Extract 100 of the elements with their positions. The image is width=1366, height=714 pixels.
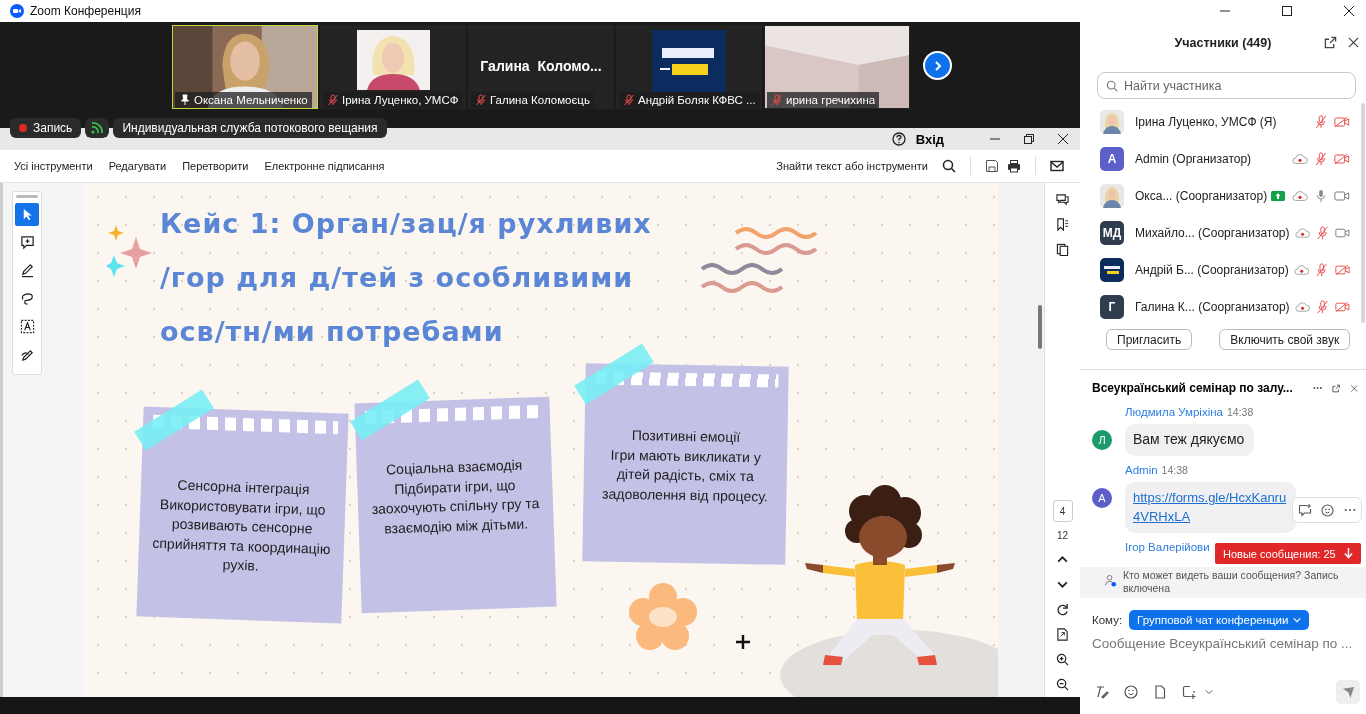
notice-text: Кто может видеть ваши сообщения? Запись включена bbox=[1123, 569, 1340, 595]
send-button[interactable] bbox=[1336, 680, 1360, 704]
pages-icon[interactable] bbox=[1056, 243, 1069, 256]
search-input[interactable]: Найти участника bbox=[1122, 77, 1347, 94]
avatar: МД bbox=[1100, 220, 1124, 245]
search-field[interactable]: Найти участника bbox=[1097, 72, 1356, 99]
avatar: Г bbox=[1100, 294, 1124, 319]
recipient-dropdown[interactable]: Групповой чат конференции bbox=[1129, 610, 1310, 630]
text-icon bbox=[19, 319, 35, 334]
scrollbar-thumb[interactable] bbox=[1038, 305, 1042, 349]
arrow-down-icon bbox=[1343, 548, 1353, 559]
flower-drawing bbox=[628, 582, 698, 652]
menu-item[interactable]: Електронне підписання bbox=[258, 160, 391, 172]
save-icon[interactable] bbox=[985, 159, 999, 173]
menu-item[interactable]: Редагувати bbox=[102, 160, 173, 172]
search-icon[interactable] bbox=[942, 159, 956, 173]
participant-name: Окса... (Соорганизатор) bbox=[1135, 188, 1268, 203]
caret-icon[interactable] bbox=[1205, 689, 1213, 695]
mail-icon[interactable] bbox=[1050, 159, 1064, 173]
format-icon[interactable] bbox=[1095, 685, 1109, 699]
bookmark-icon[interactable] bbox=[1056, 218, 1069, 231]
camera-off-icon[interactable] bbox=[1334, 262, 1350, 277]
video-tile[interactable]: Андрій Боляк КФВС ... bbox=[616, 25, 762, 109]
muted-mic-icon bbox=[327, 94, 339, 106]
pin-icon bbox=[179, 94, 191, 106]
scrollbar-thumb[interactable] bbox=[1361, 103, 1365, 323]
file-icon[interactable] bbox=[1153, 685, 1167, 699]
send-icon bbox=[1341, 685, 1355, 699]
message-link[interactable]: https://forms.gle/HcxKanru bbox=[1133, 488, 1287, 507]
close-icon[interactable] bbox=[1347, 36, 1360, 49]
participant-name: Галина Коломо... bbox=[480, 58, 602, 74]
muted-mic-icon[interactable] bbox=[1314, 225, 1330, 240]
participant-name: Андрій Б... (Соорганизатор) bbox=[1135, 262, 1289, 277]
sender-name: Людмила Умріхіна bbox=[1125, 406, 1223, 418]
video-tile[interactable]: Оксана Мельниченко bbox=[172, 25, 318, 109]
find-tools-button[interactable]: Знайти текст або інструменти bbox=[770, 160, 934, 172]
slide-title: /гор для д/тей з особливими bbox=[160, 261, 635, 295]
sender-name: Ігор Валерійови bbox=[1125, 541, 1210, 553]
streaming-icon[interactable] bbox=[85, 118, 110, 138]
page-tools-icon[interactable] bbox=[1056, 628, 1069, 641]
muted-mic-icon[interactable] bbox=[1313, 114, 1329, 129]
note-heading: Сенсорна інтеграція bbox=[176, 475, 311, 499]
screenshot-icon[interactable] bbox=[1182, 685, 1196, 699]
message-input[interactable]: Сообщение Всеукраїнський семінар по ... bbox=[1092, 636, 1358, 678]
restore-icon[interactable] bbox=[1024, 134, 1034, 144]
video-tile[interactable]: ирина гречихина bbox=[764, 25, 910, 109]
next-page-button[interactable] bbox=[923, 51, 952, 80]
muted-mic-icon[interactable] bbox=[1314, 299, 1330, 314]
muted-mic-icon[interactable] bbox=[1314, 262, 1330, 277]
panel-button[interactable]: Включить свой звук bbox=[1219, 329, 1351, 350]
people-icon bbox=[1104, 574, 1117, 587]
lasso-icon bbox=[19, 291, 35, 306]
camera-off-icon[interactable] bbox=[1334, 114, 1350, 129]
camera-off-icon[interactable] bbox=[1334, 151, 1350, 166]
recording-indicator[interactable]: Запись bbox=[10, 118, 82, 138]
note-heading: Позитивні емоції bbox=[630, 426, 742, 447]
pop-out-icon[interactable] bbox=[1324, 36, 1337, 49]
page-number-field[interactable]: 4 bbox=[1052, 500, 1073, 522]
more-icon[interactable] bbox=[1344, 508, 1357, 512]
camera-off-icon[interactable] bbox=[1334, 299, 1350, 314]
comments-icon[interactable] bbox=[1056, 193, 1069, 206]
camera-icon[interactable] bbox=[1334, 188, 1350, 203]
muted-mic-icon bbox=[475, 94, 487, 106]
video-tile[interactable]: Ірина Луценко, УМСФ bbox=[320, 25, 466, 109]
zoom-logo bbox=[10, 4, 24, 18]
maximize-icon[interactable] bbox=[1282, 6, 1292, 16]
muted-mic-icon[interactable] bbox=[1313, 151, 1329, 166]
participant-name: Оксана Мельниченко bbox=[194, 94, 308, 106]
sign-icon bbox=[19, 347, 35, 362]
muted-mic-icon bbox=[771, 94, 783, 106]
slide-title: осв/тн/ми потребами bbox=[160, 315, 505, 349]
page-count: 12 bbox=[1056, 530, 1069, 541]
close-icon[interactable] bbox=[1058, 134, 1068, 144]
print-icon[interactable] bbox=[1007, 159, 1021, 173]
menu-item[interactable]: Перетворити bbox=[176, 160, 255, 172]
zoom-in-icon[interactable] bbox=[1056, 653, 1069, 666]
slide-title: Кейс 1: Орган/зац/я рухливих bbox=[160, 207, 652, 241]
window-title: Zoom Конференция bbox=[30, 4, 141, 18]
emoji-icon[interactable] bbox=[1321, 503, 1335, 517]
panel-button[interactable]: Пригласить bbox=[1106, 329, 1193, 350]
sign-in-button[interactable]: Вхід bbox=[915, 131, 944, 147]
menu-item[interactable]: Усі інструменти bbox=[8, 160, 99, 172]
close-icon[interactable] bbox=[1344, 6, 1354, 16]
new-messages-button[interactable]: Новые сообщения: 25 bbox=[1215, 543, 1361, 564]
video-tile[interactable]: Галина Коломо... Галина Коломоєць bbox=[468, 25, 614, 109]
participant-name: Admin (Организатор) bbox=[1135, 151, 1252, 166]
emoji-icon[interactable] bbox=[1124, 685, 1138, 699]
search-icon bbox=[1106, 79, 1118, 92]
more-icon[interactable] bbox=[1312, 386, 1322, 390]
select-tool-button[interactable] bbox=[15, 203, 39, 226]
caret-icon bbox=[1293, 617, 1302, 623]
message-link[interactable]: 4VRHxLA bbox=[1133, 507, 1191, 526]
participant-name: Андрій Боляк КФВС ... bbox=[638, 94, 756, 106]
chat-title: Всеукраїнський семінар по залу... bbox=[1092, 381, 1293, 395]
participant-name: ирина гречихина bbox=[786, 94, 876, 106]
zoom-out-icon[interactable] bbox=[1056, 678, 1069, 691]
reply-icon[interactable] bbox=[1297, 503, 1312, 517]
help-icon[interactable] bbox=[891, 132, 906, 146]
participant-name: Галина Коломоєць bbox=[490, 94, 590, 106]
rotate-icon[interactable] bbox=[1056, 603, 1069, 616]
